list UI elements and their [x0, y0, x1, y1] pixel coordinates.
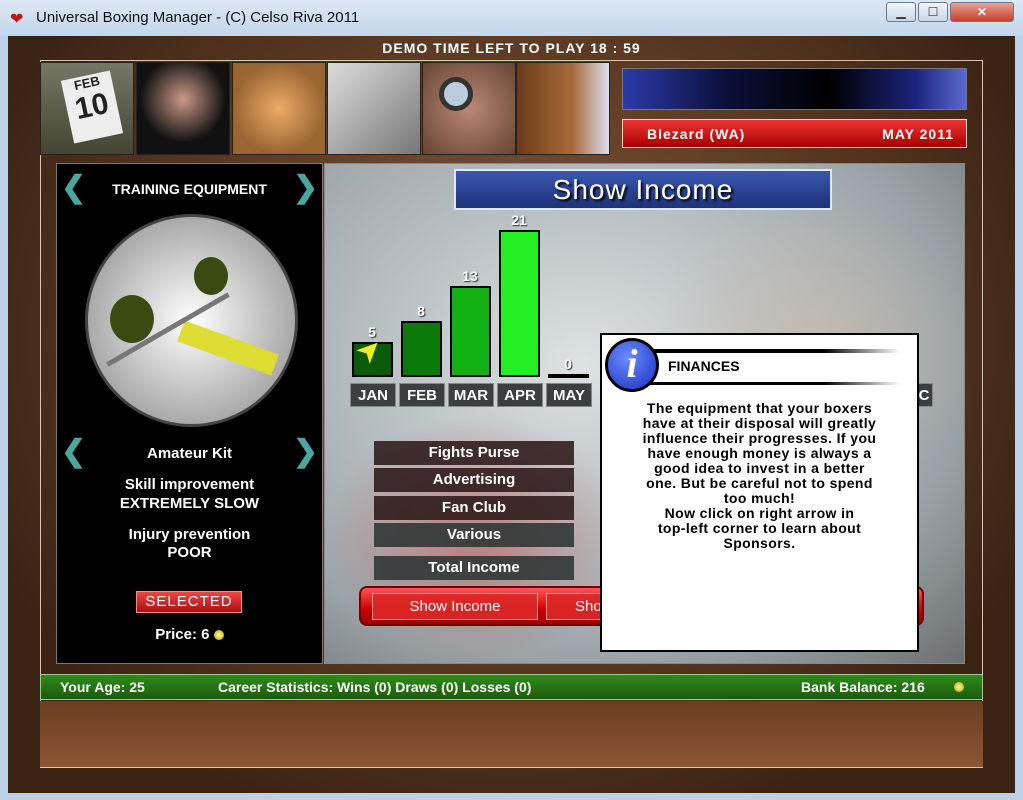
- barbell-bench-image: [85, 214, 298, 427]
- current-date: MAY 2011: [882, 125, 954, 142]
- desk-area: [40, 701, 983, 767]
- maximize-button[interactable]: ☐: [918, 2, 948, 22]
- equipment-panel: ❮ TRAINING EQUIPMENT ❯ ❮ Amateur Kit ❯ S…: [56, 163, 323, 664]
- door-icon[interactable]: [516, 62, 610, 155]
- skill-value: EXTREMELY SLOW: [119, 495, 260, 512]
- window-titlebar: ❤ Universal Boxing Manager - (C) Celso R…: [0, 0, 1023, 36]
- coin-icon: [213, 630, 224, 641]
- manager-banner: [622, 68, 967, 110]
- bar-value-label: 21: [511, 212, 527, 228]
- price-value: 6: [201, 626, 210, 643]
- month-label[interactable]: JAN: [350, 383, 396, 407]
- skill-label: Skill improvement: [124, 476, 255, 493]
- bar-value-label: 0: [564, 356, 572, 372]
- bar-mar: [450, 286, 491, 377]
- bar-value-label: 13: [462, 268, 478, 284]
- magnifier-icon[interactable]: [422, 62, 516, 155]
- show-other-button[interactable]: Sho: [546, 593, 606, 620]
- bar-feb: [401, 321, 442, 377]
- next-equipment-arrow-icon[interactable]: ❯: [293, 437, 318, 467]
- next-category-arrow-icon[interactable]: ❯: [293, 173, 318, 203]
- close-button[interactable]: ✕: [950, 2, 1014, 22]
- equipment-name: Amateur Kit: [146, 445, 232, 462]
- equipment-panel-title: TRAINING EQUIPMENT: [112, 181, 267, 197]
- minimize-button[interactable]: ▁: [886, 2, 916, 22]
- total-income[interactable]: Total Income: [374, 556, 574, 580]
- popup-divider: [645, 349, 900, 353]
- status-bar: Your Age: 25 Career Statistics: Wins (0)…: [40, 674, 983, 700]
- month-label[interactable]: FEB: [399, 383, 445, 407]
- app-heart-icon: ❤: [10, 11, 24, 28]
- boxer-icon[interactable]: [136, 62, 230, 155]
- category-fights-purse[interactable]: Fights Purse: [374, 441, 574, 465]
- bar-value-label: 8: [417, 303, 425, 319]
- coin-icon: [954, 682, 964, 692]
- injury-value: POOR: [167, 544, 212, 561]
- month-label[interactable]: MAR: [448, 383, 494, 407]
- career-stats-text: Career Statistics: Wins (0) Draws (0) Lo…: [218, 679, 532, 695]
- category-advertising[interactable]: Advertising: [374, 468, 574, 492]
- popup-text: The equipment that your boxers have at t…: [642, 400, 877, 551]
- chart-title: Show Income: [454, 169, 832, 210]
- popup-title: FINANCES: [668, 358, 740, 374]
- coins-icon[interactable]: [232, 62, 326, 155]
- bar-may: [548, 374, 589, 378]
- age-text: Your Age: 25: [60, 679, 145, 695]
- price-label: Price:: [155, 626, 197, 643]
- category-various[interactable]: Various: [374, 523, 574, 547]
- category-fan-club[interactable]: Fan Club: [374, 496, 574, 520]
- manager-info-bar: Blezard (WA) MAY 2011: [622, 119, 967, 148]
- show-income-button[interactable]: Show Income: [372, 593, 538, 620]
- injury-label: Injury prevention: [128, 526, 251, 543]
- month-label[interactable]: MAY: [546, 383, 592, 407]
- documents-icon[interactable]: [327, 62, 421, 155]
- bar-apr: [499, 230, 540, 377]
- month-label[interactable]: APR: [497, 383, 543, 407]
- window-title: Universal Boxing Manager - (C) Celso Riv…: [36, 9, 360, 26]
- calendar-icon[interactable]: FEB 10: [40, 62, 134, 155]
- selected-button[interactable]: SELECTED: [136, 591, 242, 613]
- bank-balance-text: Bank Balance: 216: [801, 679, 925, 695]
- manager-name: Blezard (WA): [647, 125, 746, 142]
- demo-timer: DEMO TIME LEFT TO PLAY 18 : 59: [382, 40, 641, 56]
- info-icon: i: [605, 338, 659, 392]
- popup-divider: [645, 382, 900, 385]
